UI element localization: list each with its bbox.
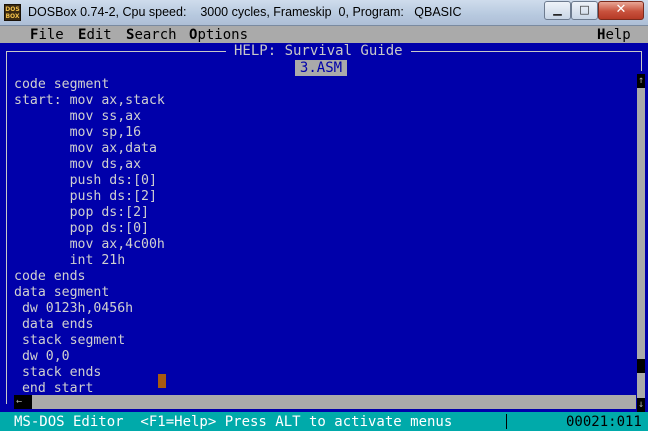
horizontal-scrollbar[interactable]: ← (14, 395, 636, 409)
status-divider (506, 414, 507, 429)
dos-screen: File Edit Search Options Help HELP: Surv… (0, 26, 648, 431)
status-message: MS-DOS Editor <F1=Help> Press ALT to act… (14, 414, 453, 430)
minimize-icon: ▁ (553, 3, 562, 16)
maximize-button[interactable]: □ (571, 1, 598, 20)
minimize-button[interactable]: ▁ (544, 1, 571, 20)
maximize-icon: □ (579, 3, 590, 16)
menu-help[interactable]: Help (597, 27, 631, 43)
scroll-left-arrow-icon[interactable]: ← (14, 395, 24, 409)
menu-bar: File Edit Search Options Help (0, 26, 648, 43)
dosbox-app-icon[interactable]: DOS BOX (4, 4, 21, 21)
editor-frame-right (641, 51, 642, 71)
vertical-scrollbar[interactable]: ↑ ↓ (637, 74, 645, 412)
horizontal-scroll-thumb[interactable] (24, 395, 32, 409)
editor-window[interactable]: HELP: Survival Guide 3.ASM code segment … (0, 43, 648, 412)
vertical-scroll-thumb[interactable] (637, 359, 645, 373)
scroll-down-arrow-icon[interactable]: ↓ (637, 398, 645, 412)
menu-options[interactable]: Options (189, 27, 248, 43)
file-name-tab: 3.ASM (295, 60, 347, 76)
code-text-area[interactable]: code segment start: mov ax,stack mov ss,… (14, 77, 165, 397)
close-icon: ✕ (615, 2, 627, 17)
cursor-position: 00021:011 (566, 414, 642, 430)
menu-edit[interactable]: Edit (78, 27, 112, 43)
window-title: DOSBox 0.74-2, Cpu speed: 3000 cycles, F… (28, 5, 462, 19)
window-title-bar: DOS BOX DOSBox 0.74-2, Cpu speed: 3000 cy… (0, 0, 648, 26)
help-window-title: HELP: Survival Guide (226, 43, 411, 59)
menu-file[interactable]: File (30, 27, 64, 43)
menu-search[interactable]: Search (126, 27, 177, 43)
status-bar: MS-DOS Editor <F1=Help> Press ALT to act… (0, 412, 648, 431)
text-cursor (158, 374, 166, 388)
close-button[interactable]: ✕ (598, 1, 644, 20)
scroll-up-arrow-icon[interactable]: ↑ (637, 74, 645, 88)
editor-frame-left (6, 51, 7, 404)
